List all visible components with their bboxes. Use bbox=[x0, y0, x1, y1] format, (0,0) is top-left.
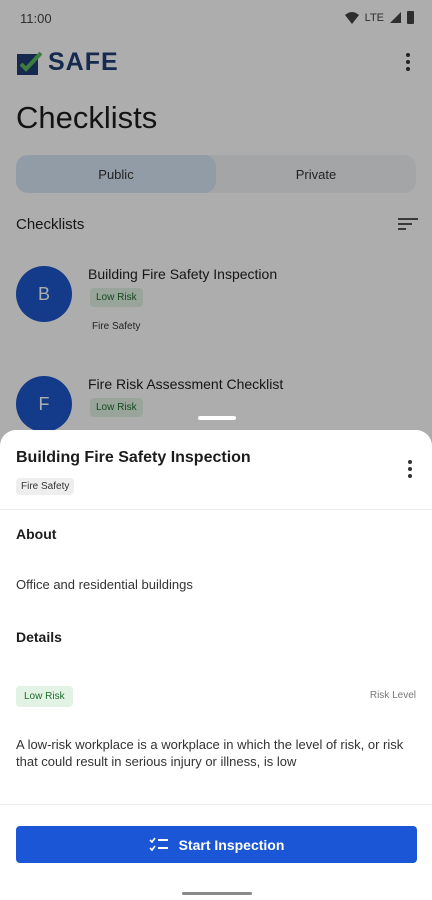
risk-description: A low-risk workplace is a workplace in w… bbox=[16, 737, 404, 769]
sheet-title: Building Fire Safety Inspection bbox=[16, 449, 251, 466]
details-heading: Details bbox=[16, 629, 62, 645]
checklist-details-sheet: Building Fire Safety Inspection Fire Saf… bbox=[0, 430, 432, 900]
divider bbox=[0, 804, 432, 805]
gesture-nav-bar[interactable] bbox=[182, 892, 252, 895]
start-inspection-button[interactable]: Start Inspection bbox=[16, 826, 417, 863]
checklist-icon bbox=[149, 837, 168, 851]
about-heading: About bbox=[16, 526, 57, 542]
start-inspection-label: Start Inspection bbox=[178, 836, 285, 853]
about-text: Office and residential buildings bbox=[16, 577, 193, 592]
category-tag: Fire Safety bbox=[16, 478, 75, 495]
sheet-more-options-icon[interactable] bbox=[402, 458, 418, 480]
divider bbox=[0, 509, 432, 510]
risk-level-label: Risk Level bbox=[369, 690, 416, 701]
sheet-drag-handle[interactable] bbox=[198, 416, 236, 420]
risk-level-badge: Low Risk bbox=[16, 686, 73, 707]
